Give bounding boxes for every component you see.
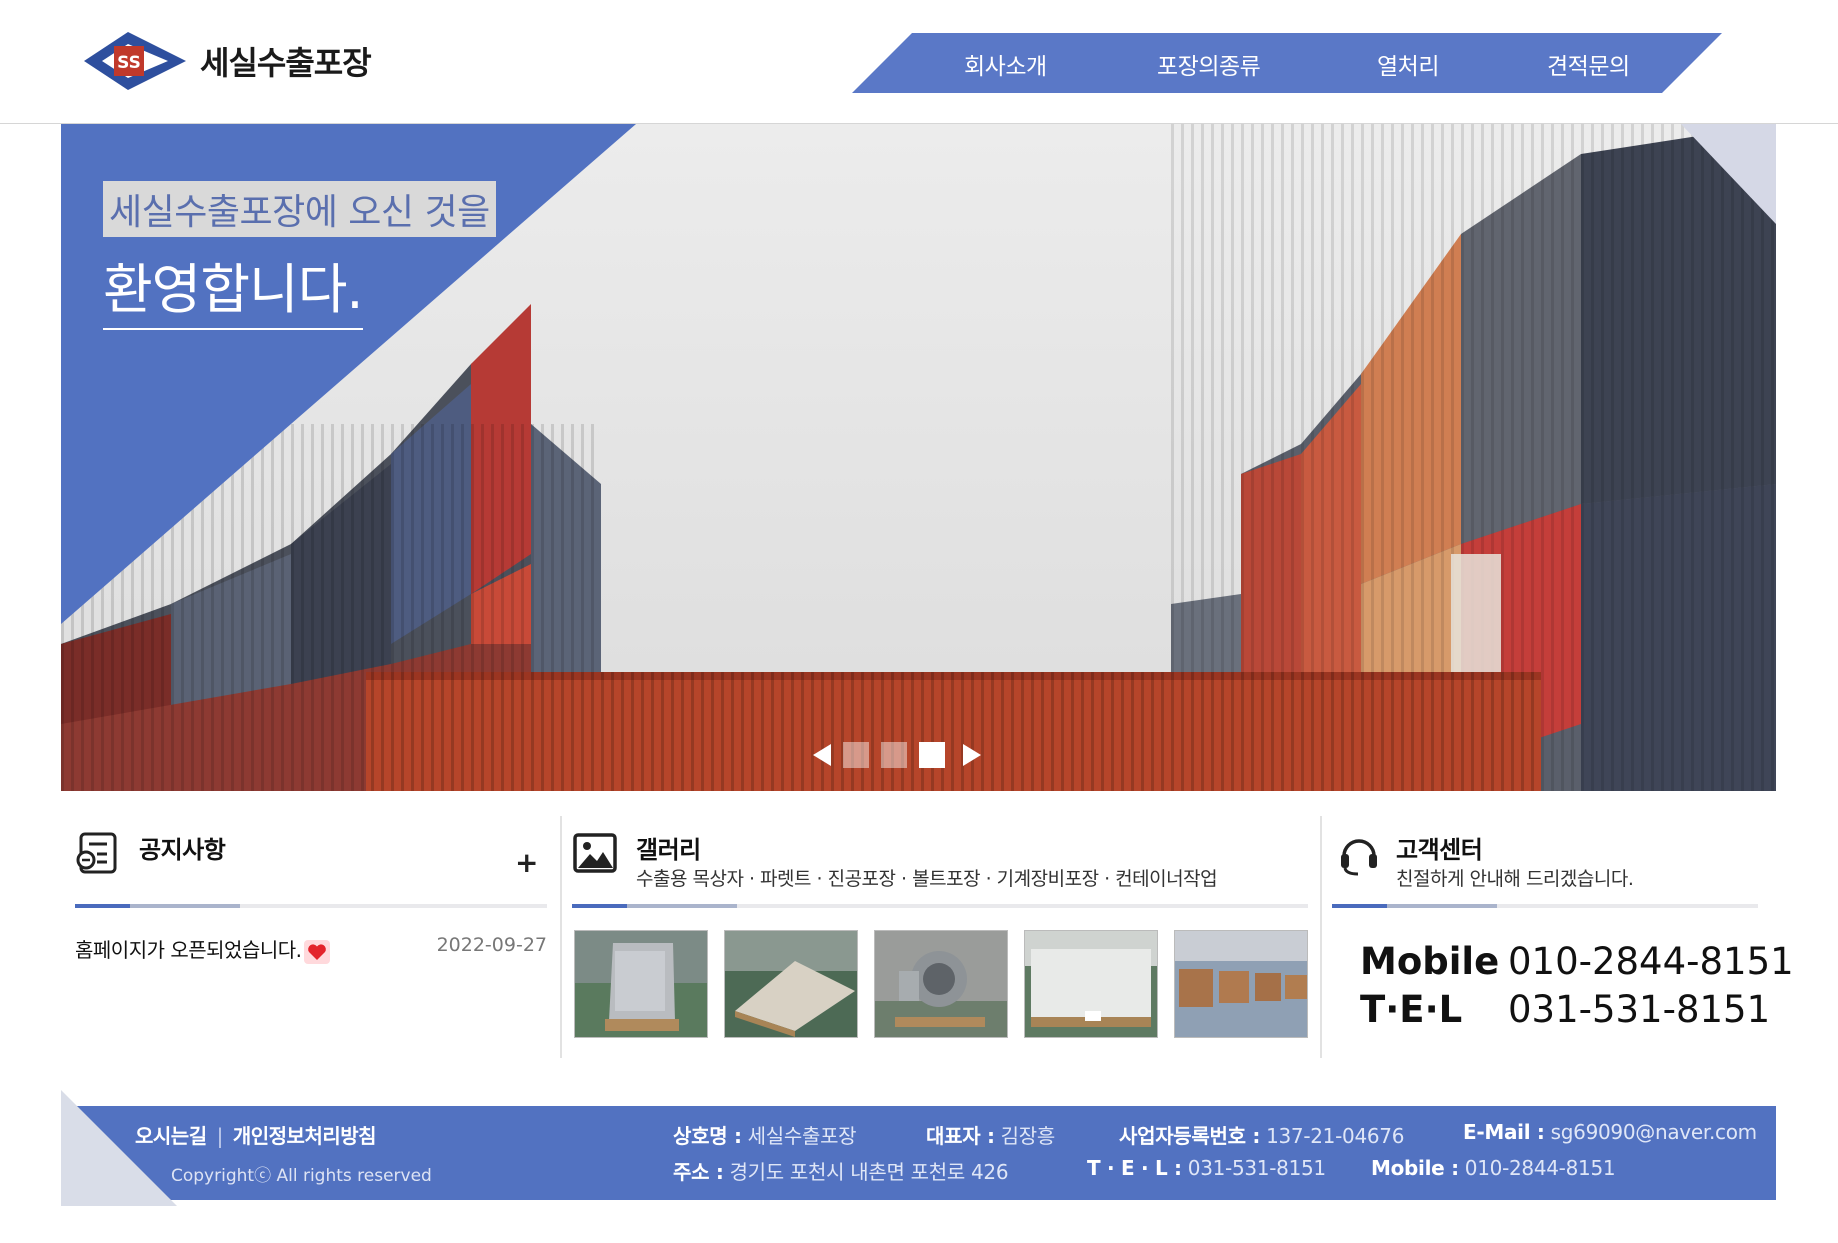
nav-item-quote[interactable]: 견적문의 <box>1547 47 1630 81</box>
slider-controls <box>813 742 981 768</box>
support-subtitle: 친절하게 안내해 드리겠습니다. <box>1396 868 1634 890</box>
gallery-title: 갤러리 <box>636 836 701 864</box>
gallery-divider <box>572 904 1308 908</box>
nav-item-packaging-types[interactable]: 포장의종류 <box>1157 47 1261 81</box>
slide-dot-3[interactable] <box>919 742 945 768</box>
hero-welcome-line2: 환영합니다. <box>103 245 364 330</box>
support-tel: T·E·L 031-531-8151 <box>1360 988 1770 1031</box>
support-tel-number[interactable]: 031-531-8151 <box>1508 988 1770 1031</box>
footer-email[interactable]: E-Mail : sg69090@naver.com <box>1463 1120 1757 1144</box>
notice-title: 공지사항 <box>139 836 226 864</box>
support-title: 고객센터 <box>1396 836 1483 864</box>
slide-dot-1[interactable] <box>843 742 869 768</box>
notice-item-date: 2022-09-27 <box>436 934 547 956</box>
hero-slider: 세실수출포장에 오신 것을 환영합니다. <box>61 124 1776 791</box>
svg-text:SS: SS <box>117 53 141 73</box>
image-icon <box>573 833 617 873</box>
gallery-subtitle: 수출용 목상자 · 파렛트 · 진공포장 · 볼트포장 · 기계장비포장 · 컨… <box>636 868 1218 890</box>
hero-title: 세실수출포장에 오신 것을 환영합니다. <box>103 181 496 330</box>
gallery-thumbnails <box>574 930 1308 1038</box>
footer-tel: T · E · L :031-531-8151 <box>1087 1156 1326 1180</box>
arrow-left-icon[interactable] <box>813 744 831 766</box>
site-footer: 오시는길 | 개인정보처리방침 Copyrightⓒ All rights rese… <box>61 1106 1776 1200</box>
heart-icon <box>303 939 330 964</box>
gallery-thumbnail[interactable] <box>1174 930 1308 1038</box>
logo-text: 세실수출포장 <box>200 44 372 82</box>
logo[interactable]: SS 세실수출포장 <box>82 30 372 92</box>
support-panel: 고객센터 친절하게 안내해 드리겠습니다. Mobile 010-2844-815… <box>1332 816 1794 1058</box>
support-divider <box>1332 904 1758 908</box>
footer-company: 상호명 : 세실수출포장 <box>673 1124 857 1148</box>
notice-header: 공지사항 + <box>75 816 547 908</box>
headset-icon <box>1341 839 1377 876</box>
gallery-thumbnail[interactable] <box>724 930 858 1038</box>
footer-link-privacy[interactable]: 개인정보처리방침 <box>233 1124 377 1148</box>
gallery-thumbnail[interactable] <box>1024 930 1158 1038</box>
footer-corner <box>61 1090 177 1206</box>
hero-welcome-line1: 세실수출포장에 오신 것을 <box>103 181 496 237</box>
footer-mobile: Mobile :010-2844-8151 <box>1371 1156 1616 1180</box>
gallery-thumbnail[interactable] <box>874 930 1008 1038</box>
nav-item-about[interactable]: 회사소개 <box>964 47 1047 81</box>
notice-panel: 공지사항 + 홈페이지가 오픈되었습니다. 2022-09-27 <box>75 816 547 1058</box>
support-mobile-label: Mobile <box>1360 940 1500 983</box>
notice-icon <box>76 832 117 874</box>
site-header: SS 세실수출포장 회사소개 포장의종류 열처리 견적문의 <box>0 0 1838 124</box>
footer-address: 주소 : 경기도 포천시 내촌면 포천로 426 <box>673 1160 1009 1184</box>
nav-item-heat-treatment[interactable]: 열처리 <box>1377 47 1439 81</box>
notice-more-button[interactable]: + <box>515 846 538 879</box>
footer-copyright: Copyrightⓒ All rights reserved <box>171 1166 432 1186</box>
notice-item-title[interactable]: 홈페이지가 오픈되었습니다. <box>75 934 330 964</box>
panel-divider-1 <box>560 816 562 1058</box>
arrow-right-icon[interactable] <box>963 744 981 766</box>
slide-dot-2[interactable] <box>881 742 907 768</box>
footer-ceo: 대표자 : 김장흥 <box>926 1124 1055 1148</box>
gallery-panel: 갤러리 수출용 목상자 · 파렛트 · 진공포장 · 볼트포장 · 기계장비포장… <box>572 816 1308 1058</box>
panel-divider-2 <box>1320 816 1322 1058</box>
logo-icon: SS <box>82 30 192 92</box>
footer-link-separator: | <box>216 1124 224 1148</box>
gallery-thumbnail[interactable] <box>574 930 708 1038</box>
main-nav: 회사소개 포장의종류 열처리 견적문의 <box>852 33 1722 93</box>
front-container <box>366 672 1541 791</box>
support-tel-label: T·E·L <box>1360 988 1463 1031</box>
support-mobile: Mobile 010-2844-8151 <box>1360 940 1794 983</box>
gallery-header: 갤러리 수출용 목상자 · 파렛트 · 진공포장 · 볼트포장 · 기계장비포장… <box>572 816 1308 908</box>
support-mobile-number[interactable]: 010-2844-8151 <box>1508 940 1794 983</box>
support-header: 고객센터 친절하게 안내해 드리겠습니다. <box>1332 816 1758 908</box>
notice-divider <box>75 904 547 908</box>
footer-bizno: 사업자등록번호 :137-21-04676 <box>1119 1124 1405 1148</box>
